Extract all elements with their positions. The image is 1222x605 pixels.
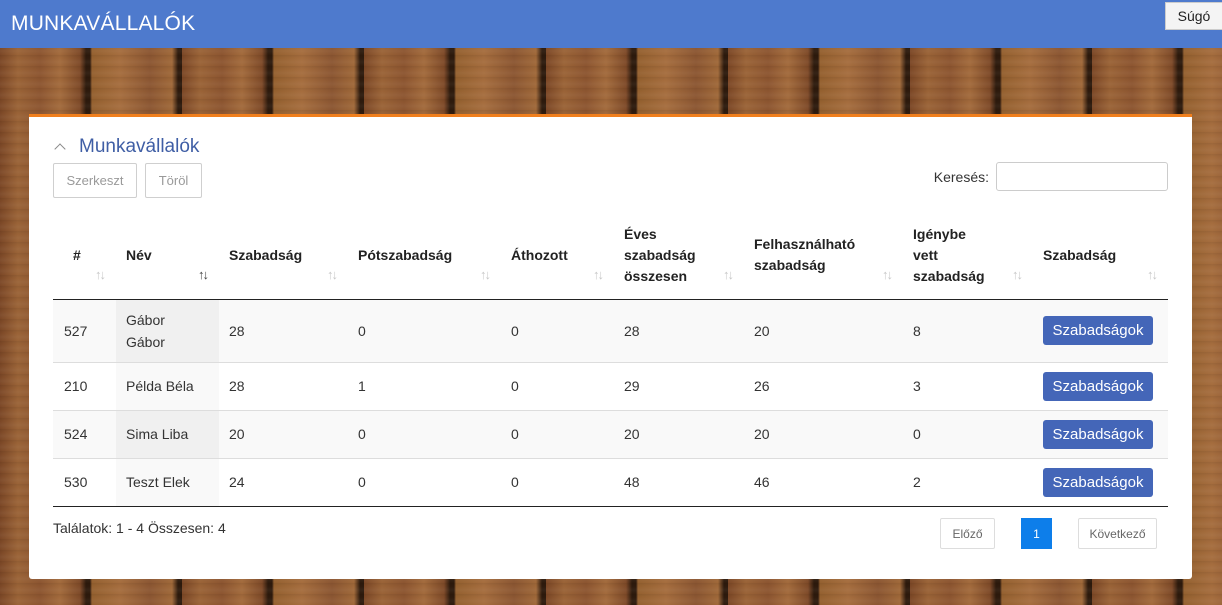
table-row[interactable]: 530 Teszt Elek 24 0 0 48 46 2 Szabadságo… (53, 458, 1168, 506)
cell-usable: 46 (754, 474, 770, 490)
cell-used: 3 (913, 378, 921, 394)
cell-leave: 28 (229, 378, 245, 394)
cell-leave: 24 (229, 474, 245, 490)
column-header-carried[interactable]: Áthozott ↑↓ (501, 212, 614, 300)
cell-extra-leave: 0 (348, 410, 501, 458)
column-header-usable[interactable]: Felhasználható szabadság ↑↓ (744, 212, 903, 300)
cell-usable: 20 (744, 410, 903, 458)
table-row[interactable]: 524 Sima Liba 20 0 0 20 20 0 Szabadságok (53, 410, 1168, 458)
sort-icon: ↑↓ (95, 266, 106, 282)
leaves-button[interactable]: Szabadságok (1043, 467, 1153, 497)
sort-icon: ↑↓ (882, 266, 893, 282)
leaves-button[interactable]: Szabadságok (1043, 316, 1153, 345)
cell-extra-leave: 1 (358, 378, 366, 394)
column-header-annual-total[interactable]: Éves szabadság összesen ↑↓ (614, 212, 744, 300)
results-summary: Találatok: 1 - 4 Összesen: 4 (53, 520, 226, 536)
search-box: Keresés: (934, 162, 1168, 191)
employees-table: # ↑↓ Név ↑↓ Szabadság ↑↓ Pótszabadság ↑↓ Áth… (53, 212, 1168, 507)
leaves-button[interactable]: Szabadságok (1043, 371, 1153, 401)
delete-button[interactable]: Töröl (145, 163, 202, 198)
prev-page-button[interactable]: Előző (940, 518, 995, 549)
column-header-extra-leave[interactable]: Pótszabadság ↑↓ (348, 212, 501, 300)
pagination: Előző 1 Következő (940, 518, 1157, 549)
cell-leave: 20 (219, 410, 348, 458)
top-bar: MUNKAVÁLLALÓK Súgó (0, 0, 1222, 48)
cell-carried: 0 (511, 378, 519, 394)
sort-icon: ↑↓ (723, 266, 734, 282)
next-page-button[interactable]: Következő (1078, 518, 1157, 549)
panel-title: Munkavállalók (79, 136, 200, 157)
search-input[interactable] (996, 162, 1168, 191)
column-header-name[interactable]: Név ↑↓ (116, 212, 219, 300)
cell-annual-total: 48 (624, 474, 640, 490)
cell-extra-leave: 0 (348, 299, 501, 362)
search-label: Keresés: (933, 168, 989, 185)
cell-name: Sima Liba (116, 410, 219, 458)
cell-annual-total: 29 (624, 378, 640, 394)
column-header-used[interactable]: Igénybe vett szabadság ↑↓ (903, 212, 1033, 300)
sort-icon: ↑↓ (1012, 266, 1023, 282)
sort-icon: ↑↓ (1147, 266, 1158, 282)
cell-usable: 26 (754, 378, 770, 394)
cell-usable: 20 (744, 299, 903, 362)
sort-asc-icon: ↑↓ (198, 266, 209, 282)
page-1-button[interactable]: 1 (1021, 518, 1052, 549)
cell-id: 210 (64, 378, 88, 394)
table-header-row: # ↑↓ Név ↑↓ Szabadság ↑↓ Pótszabadság ↑↓ Áth… (53, 212, 1168, 300)
cell-action: Szabadságok (1033, 299, 1168, 362)
cell-name: Gábor Gábor (116, 299, 219, 362)
edit-button[interactable]: Szerkeszt (53, 163, 137, 198)
panel-header: Munkavállalók (53, 136, 199, 158)
table-row[interactable]: 527 Gábor Gábor 28 0 0 28 20 8 Szabadság… (53, 299, 1168, 362)
cell-action: Szabadságok (1033, 410, 1168, 458)
cell-used: 2 (913, 474, 921, 490)
cell-name: Teszt Elek (116, 458, 219, 506)
help-button[interactable]: Súgó (1165, 2, 1222, 30)
column-header-leave[interactable]: Szabadság ↑↓ (219, 212, 348, 300)
cell-id: 524 (53, 410, 116, 458)
cell-name: Példa Béla (116, 362, 219, 410)
column-header-id[interactable]: # ↑↓ (53, 212, 116, 300)
cell-leave: 28 (219, 299, 348, 362)
cell-action: Szabadságok (1033, 458, 1168, 506)
sort-icon: ↑↓ (327, 266, 338, 282)
cell-carried: 0 (511, 474, 519, 490)
cell-id: 527 (53, 299, 116, 362)
chevron-up-icon[interactable] (53, 140, 67, 154)
sort-icon: ↑↓ (593, 266, 604, 282)
cell-annual-total: 20 (614, 410, 744, 458)
cell-used: 8 (903, 299, 1033, 362)
cell-id: 530 (64, 474, 88, 490)
cell-annual-total: 28 (614, 299, 744, 362)
cell-carried: 0 (501, 410, 614, 458)
cell-carried: 0 (501, 299, 614, 362)
cell-extra-leave: 0 (358, 474, 366, 490)
table-row[interactable]: 210 Példa Béla 28 1 0 29 26 3 Szabadságo… (53, 362, 1168, 410)
employees-panel: Munkavállalók Szerkeszt Töröl Keresés: #… (29, 114, 1192, 579)
sort-icon: ↑↓ (480, 266, 491, 282)
app-title: MUNKAVÁLLALÓK (11, 12, 196, 35)
cell-action: Szabadságok (1033, 362, 1168, 410)
leaves-button[interactable]: Szabadságok (1043, 419, 1153, 449)
cell-used: 0 (903, 410, 1033, 458)
column-header-leave-actions[interactable]: Szabadság ↑↓ (1033, 212, 1168, 300)
